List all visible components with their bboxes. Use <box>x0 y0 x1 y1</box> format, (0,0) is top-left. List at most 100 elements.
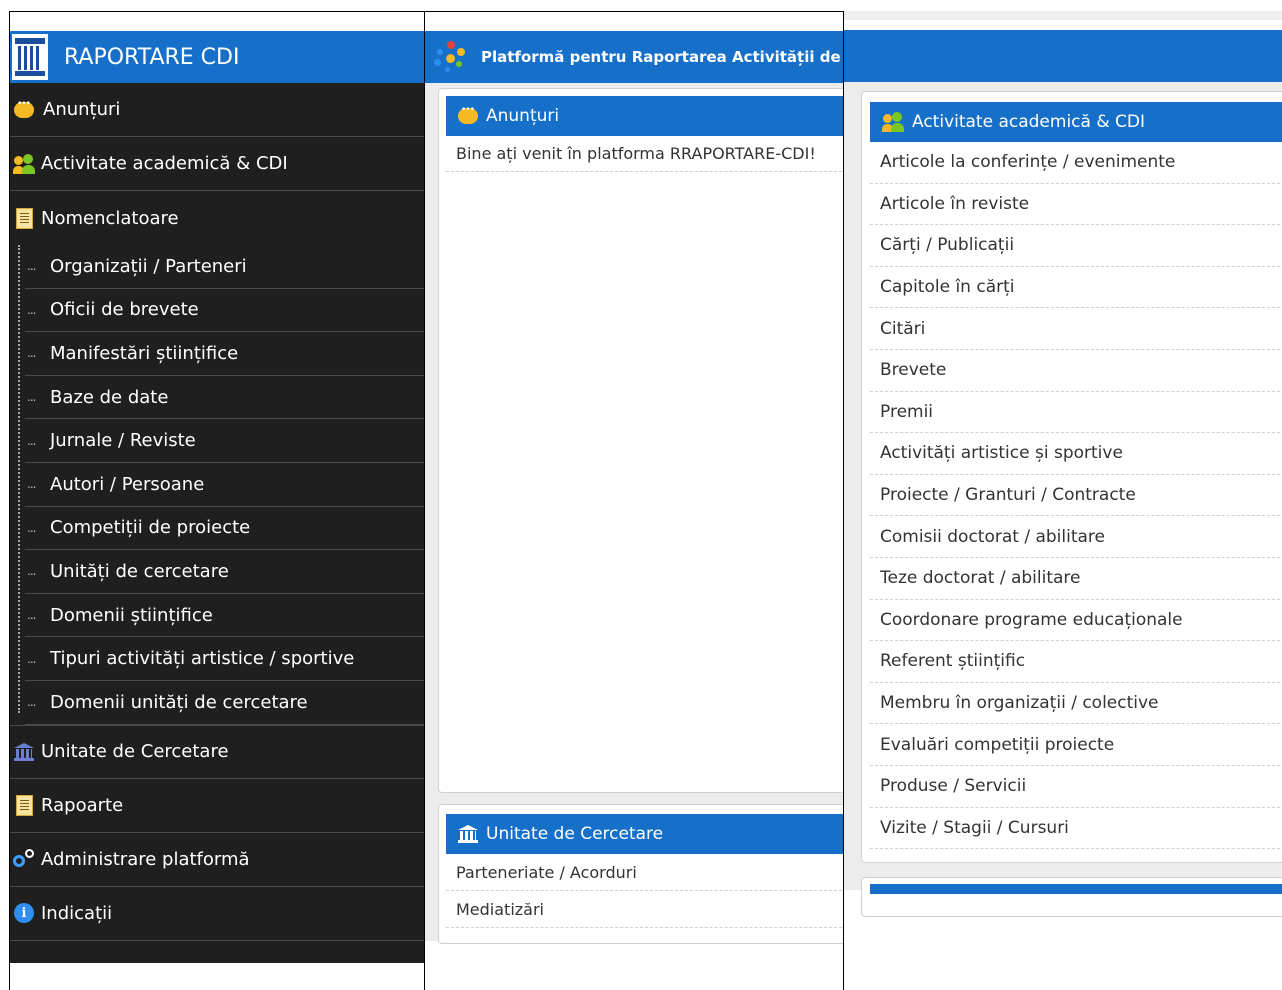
announcement-message: Bine ați venit în platforma RRAPORTARE-C… <box>446 136 843 172</box>
platform-header: Platformă pentru Raportarea Activității … <box>425 31 843 83</box>
sidebar-panel: RAPORTARE CDI Anunțuri Activitate academ… <box>9 11 425 990</box>
submenu-item-label: Baze de date <box>50 386 169 408</box>
chat-bubble-icon <box>458 105 478 124</box>
submenu-item-label: Autori / Persoane <box>50 473 205 495</box>
report-icon <box>11 794 37 816</box>
sidebar-item-anunturi[interactable]: Anunțuri <box>10 83 424 137</box>
sidebar-item-label: Unitate de Cercetare <box>41 741 229 763</box>
submenu-item-label: Competiții de proiecte <box>50 517 251 539</box>
submenu-item[interactable]: ... Unități de cercetare <box>25 550 424 594</box>
submenu-item[interactable]: ... Baze de date <box>25 376 424 420</box>
sidebar-item-activitate[interactable]: Activitate academică & CDI <box>10 137 424 191</box>
list-item[interactable]: Referent științific <box>870 641 1282 683</box>
platform-logo-icon <box>429 37 469 77</box>
submenu-item[interactable]: ... Competiții de proiecte <box>25 507 424 551</box>
tree-dots: ... <box>27 564 36 579</box>
list-item[interactable]: Parteneriate / Acorduri <box>446 854 843 891</box>
top-strip <box>844 11 1282 20</box>
list-item[interactable]: Cărți / Publicații <box>870 225 1282 267</box>
submenu-item[interactable]: ... Oficii de brevete <box>25 289 424 333</box>
users-icon <box>11 153 37 175</box>
sidebar-item-indicatii[interactable]: i Indicații <box>10 887 424 941</box>
tree-dots: ... <box>27 433 36 448</box>
platform-header-bar <box>844 30 1282 82</box>
list-item[interactable]: Articole în reviste <box>870 184 1282 226</box>
sidebar-item-nomenclatoare[interactable]: Nomenclatoare <box>10 191 424 245</box>
list-item[interactable]: Coordonare programe educaționale <box>870 600 1282 642</box>
list-item[interactable]: Capitole în cărți <box>870 267 1282 309</box>
submenu-item[interactable]: ... Jurnale / Reviste <box>25 419 424 463</box>
institution-icon <box>11 741 37 763</box>
list-item[interactable]: Mediatizări <box>446 891 843 928</box>
tree-dots: ... <box>27 390 36 405</box>
list-item[interactable]: Proiecte / Granturi / Contracte <box>870 475 1282 517</box>
submenu-item-label: Jurnale / Reviste <box>50 430 196 452</box>
sidebar-item-rapoarte[interactable]: Rapoarte <box>10 779 424 833</box>
list-item[interactable]: Comisii doctorat / abilitare <box>870 516 1282 558</box>
sidebar-item-label: Nomenclatoare <box>41 207 179 229</box>
submenu-item-label: Domenii unități de cercetare <box>50 691 308 713</box>
submenu-item-label: Organizații / Parteneri <box>50 255 247 277</box>
list-item[interactable]: Brevete <box>870 350 1282 392</box>
activitate-card-header: Activitate academică & CDI <box>870 102 1282 142</box>
unitate-card-header: Unitate de Cercetare <box>446 814 843 854</box>
sidebar-item-administrare[interactable]: Administrare platformă <box>10 833 424 887</box>
sidebar-item-label: Anunțuri <box>43 99 121 120</box>
submenu-item[interactable]: ... Domenii științifice <box>25 594 424 638</box>
anunturi-card-header: Anunțuri <box>446 96 843 136</box>
users-icon <box>882 112 904 132</box>
list-item[interactable]: Membru în organizații / colective <box>870 683 1282 725</box>
activitate-list: Articole la conferințe / evenimente Artic… <box>870 142 1282 850</box>
submenu-item-label: Domenii științifice <box>50 604 213 626</box>
submenu-item[interactable]: ... Autori / Persoane <box>25 463 424 507</box>
submenu-item-label: Tipuri activități artistice / sportive <box>50 648 355 670</box>
sidebar-item-label: Rapoarte <box>41 794 124 816</box>
anunturi-card: Anunțuri Bine ați venit în platforma RRA… <box>438 88 843 793</box>
tree-dots: ... <box>27 346 36 361</box>
university-logo <box>12 34 48 80</box>
list-item[interactable]: Articole la conferințe / evenimente <box>870 142 1282 184</box>
tree-dots: ... <box>27 651 36 666</box>
submenu-item-label: Oficii de brevete <box>50 299 199 321</box>
activitate-card-title: Activitate academică & CDI <box>912 112 1145 132</box>
tree-dots: ... <box>27 608 36 623</box>
info-icon: i <box>11 902 37 924</box>
list-item[interactable]: Citări <box>870 308 1282 350</box>
sidebar-item-label: Activitate academică & CDI <box>41 153 288 174</box>
list-item[interactable]: Activități artistice și sportive <box>870 433 1282 475</box>
list-item[interactable]: Evaluări competiții proiecte <box>870 724 1282 766</box>
sidebar-item-label: Administrare platformă <box>41 848 250 870</box>
submenu-item-label: Unități de cercetare <box>50 560 229 582</box>
list-item[interactable]: Premii <box>870 392 1282 434</box>
sidebar-item-label: Indicații <box>41 902 113 924</box>
brand-title: RAPORTARE CDI <box>64 44 240 70</box>
anunturi-card-title: Anunțuri <box>486 106 560 126</box>
list-item[interactable]: Vizite / Stagii / Cursuri <box>870 808 1282 850</box>
top-strip <box>10 12 424 31</box>
submenu-item[interactable]: ... Tipuri activități artistice / sportiv… <box>25 637 424 681</box>
activitate-panel: Activitate academică & CDI Articole la c… <box>844 11 1282 990</box>
chat-bubble-icon <box>11 99 37 121</box>
announcements-panel: Platformă pentru Raportarea Activității … <box>425 11 844 990</box>
document-icon <box>11 207 37 229</box>
list-item[interactable]: Teze doctorat / abilitare <box>870 558 1282 600</box>
submenu-item-label: Manifestări științifice <box>50 342 239 364</box>
tree-dots: ... <box>27 477 36 492</box>
nomenclatoare-submenu: ... Organizații / Parteneri... Oficii de b… <box>10 245 424 725</box>
brand-bar[interactable]: RAPORTARE CDI <box>10 31 424 83</box>
gears-icon <box>11 848 37 870</box>
submenu-item[interactable]: ... Organizații / Parteneri <box>25 245 424 289</box>
tree-dots: ... <box>27 520 36 535</box>
tree-dots: ... <box>27 302 36 317</box>
unitate-card-title: Unitate de Cercetare <box>486 824 664 844</box>
list-item[interactable]: Produse / Servicii <box>870 766 1282 808</box>
submenu-item[interactable]: ... Manifestări științifice <box>25 332 424 376</box>
activitate-card: Activitate academică & CDI Articole la c… <box>861 91 1282 863</box>
sidebar-menu: Anunțuri Activitate academică & CDI Nome… <box>10 83 424 963</box>
unitate-card: Unitate de Cercetare Parteneriate / Acor… <box>438 804 843 944</box>
next-card <box>861 877 1282 917</box>
platform-title: Platformă pentru Raportarea Activității … <box>481 48 841 66</box>
sidebar-item-unitate[interactable]: Unitate de Cercetare <box>10 724 424 779</box>
institution-icon <box>458 824 478 844</box>
submenu-item[interactable]: ... Domenii unități de cercetare <box>25 681 424 725</box>
